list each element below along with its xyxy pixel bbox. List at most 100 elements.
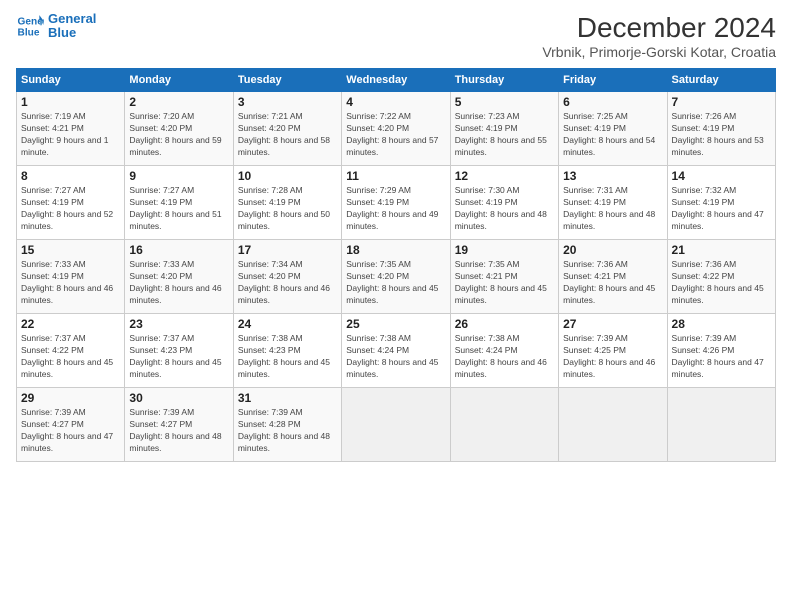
day-info: Sunrise: 7:37 AM Sunset: 4:23 PM Dayligh… xyxy=(129,333,228,381)
sunset-label: Sunset: 4:19 PM xyxy=(563,197,626,207)
day-cell xyxy=(342,388,450,462)
day-number: 26 xyxy=(455,317,554,331)
sunset-label: Sunset: 4:22 PM xyxy=(672,271,735,281)
sunrise-label: Sunrise: 7:35 AM xyxy=(455,259,520,269)
day-number: 17 xyxy=(238,243,337,257)
day-info: Sunrise: 7:25 AM Sunset: 4:19 PM Dayligh… xyxy=(563,111,662,159)
daylight-label: Daylight: 8 hours and 57 minutes. xyxy=(346,135,438,157)
daylight-label: Daylight: 8 hours and 46 minutes. xyxy=(21,283,113,305)
day-cell: 8 Sunrise: 7:27 AM Sunset: 4:19 PM Dayli… xyxy=(17,166,125,240)
daylight-label: Daylight: 8 hours and 49 minutes. xyxy=(346,209,438,231)
sunrise-label: Sunrise: 7:27 AM xyxy=(129,185,194,195)
daylight-label: Daylight: 8 hours and 45 minutes. xyxy=(455,283,547,305)
day-info: Sunrise: 7:33 AM Sunset: 4:20 PM Dayligh… xyxy=(129,259,228,307)
daylight-label: Daylight: 8 hours and 52 minutes. xyxy=(21,209,113,231)
week-row-1: 1 Sunrise: 7:19 AM Sunset: 4:21 PM Dayli… xyxy=(17,92,776,166)
logo: General Blue General Blue xyxy=(16,12,96,41)
sunrise-label: Sunrise: 7:38 AM xyxy=(238,333,303,343)
sunset-label: Sunset: 4:20 PM xyxy=(238,271,301,281)
day-cell: 21 Sunrise: 7:36 AM Sunset: 4:22 PM Dayl… xyxy=(667,240,775,314)
day-info: Sunrise: 7:39 AM Sunset: 4:27 PM Dayligh… xyxy=(129,407,228,455)
sunset-label: Sunset: 4:21 PM xyxy=(563,271,626,281)
day-number: 18 xyxy=(346,243,445,257)
day-number: 16 xyxy=(129,243,228,257)
day-number: 20 xyxy=(563,243,662,257)
sunset-label: Sunset: 4:20 PM xyxy=(238,123,301,133)
sunrise-label: Sunrise: 7:39 AM xyxy=(21,407,86,417)
sunrise-label: Sunrise: 7:27 AM xyxy=(21,185,86,195)
sunrise-label: Sunrise: 7:26 AM xyxy=(672,111,737,121)
day-cell: 11 Sunrise: 7:29 AM Sunset: 4:19 PM Dayl… xyxy=(342,166,450,240)
daylight-label: Daylight: 8 hours and 51 minutes. xyxy=(129,209,221,231)
day-info: Sunrise: 7:23 AM Sunset: 4:19 PM Dayligh… xyxy=(455,111,554,159)
week-row-3: 15 Sunrise: 7:33 AM Sunset: 4:19 PM Dayl… xyxy=(17,240,776,314)
daylight-label: Daylight: 8 hours and 45 minutes. xyxy=(21,357,113,379)
day-number: 14 xyxy=(672,169,771,183)
daylight-label: Daylight: 8 hours and 45 minutes. xyxy=(346,357,438,379)
daylight-label: Daylight: 8 hours and 45 minutes. xyxy=(346,283,438,305)
day-number: 4 xyxy=(346,95,445,109)
sunrise-label: Sunrise: 7:28 AM xyxy=(238,185,303,195)
day-info: Sunrise: 7:30 AM Sunset: 4:19 PM Dayligh… xyxy=(455,185,554,233)
day-cell: 15 Sunrise: 7:33 AM Sunset: 4:19 PM Dayl… xyxy=(17,240,125,314)
day-cell: 27 Sunrise: 7:39 AM Sunset: 4:25 PM Dayl… xyxy=(559,314,667,388)
day-number: 10 xyxy=(238,169,337,183)
sunrise-label: Sunrise: 7:38 AM xyxy=(455,333,520,343)
daylight-label: Daylight: 8 hours and 46 minutes. xyxy=(455,357,547,379)
week-row-5: 29 Sunrise: 7:39 AM Sunset: 4:27 PM Dayl… xyxy=(17,388,776,462)
day-info: Sunrise: 7:29 AM Sunset: 4:19 PM Dayligh… xyxy=(346,185,445,233)
day-info: Sunrise: 7:38 AM Sunset: 4:24 PM Dayligh… xyxy=(346,333,445,381)
day-cell: 17 Sunrise: 7:34 AM Sunset: 4:20 PM Dayl… xyxy=(233,240,341,314)
sunrise-label: Sunrise: 7:33 AM xyxy=(21,259,86,269)
day-info: Sunrise: 7:26 AM Sunset: 4:19 PM Dayligh… xyxy=(672,111,771,159)
day-cell: 3 Sunrise: 7:21 AM Sunset: 4:20 PM Dayli… xyxy=(233,92,341,166)
day-cell: 10 Sunrise: 7:28 AM Sunset: 4:19 PM Dayl… xyxy=(233,166,341,240)
sunset-label: Sunset: 4:19 PM xyxy=(455,197,518,207)
day-number: 11 xyxy=(346,169,445,183)
day-number: 13 xyxy=(563,169,662,183)
day-info: Sunrise: 7:35 AM Sunset: 4:21 PM Dayligh… xyxy=(455,259,554,307)
day-info: Sunrise: 7:34 AM Sunset: 4:20 PM Dayligh… xyxy=(238,259,337,307)
week-row-4: 22 Sunrise: 7:37 AM Sunset: 4:22 PM Dayl… xyxy=(17,314,776,388)
day-info: Sunrise: 7:31 AM Sunset: 4:19 PM Dayligh… xyxy=(563,185,662,233)
day-info: Sunrise: 7:38 AM Sunset: 4:24 PM Dayligh… xyxy=(455,333,554,381)
day-info: Sunrise: 7:19 AM Sunset: 4:21 PM Dayligh… xyxy=(21,111,120,159)
sunrise-label: Sunrise: 7:29 AM xyxy=(346,185,411,195)
sunrise-label: Sunrise: 7:38 AM xyxy=(346,333,411,343)
sunset-label: Sunset: 4:21 PM xyxy=(21,123,84,133)
day-number: 1 xyxy=(21,95,120,109)
day-cell: 26 Sunrise: 7:38 AM Sunset: 4:24 PM Dayl… xyxy=(450,314,558,388)
sunset-label: Sunset: 4:27 PM xyxy=(21,419,84,429)
header-cell-sunday: Sunday xyxy=(17,69,125,92)
sunrise-label: Sunrise: 7:35 AM xyxy=(346,259,411,269)
header-cell-friday: Friday xyxy=(559,69,667,92)
day-info: Sunrise: 7:37 AM Sunset: 4:22 PM Dayligh… xyxy=(21,333,120,381)
header-cell-tuesday: Tuesday xyxy=(233,69,341,92)
day-cell xyxy=(450,388,558,462)
day-number: 6 xyxy=(563,95,662,109)
header-cell-monday: Monday xyxy=(125,69,233,92)
day-info: Sunrise: 7:28 AM Sunset: 4:19 PM Dayligh… xyxy=(238,185,337,233)
sunset-label: Sunset: 4:19 PM xyxy=(21,271,84,281)
day-cell: 29 Sunrise: 7:39 AM Sunset: 4:27 PM Dayl… xyxy=(17,388,125,462)
sunset-label: Sunset: 4:25 PM xyxy=(563,345,626,355)
day-info: Sunrise: 7:33 AM Sunset: 4:19 PM Dayligh… xyxy=(21,259,120,307)
sunrise-label: Sunrise: 7:23 AM xyxy=(455,111,520,121)
sunset-label: Sunset: 4:24 PM xyxy=(346,345,409,355)
svg-text:Blue: Blue xyxy=(18,28,40,39)
day-number: 25 xyxy=(346,317,445,331)
sunrise-label: Sunrise: 7:33 AM xyxy=(129,259,194,269)
daylight-label: Daylight: 8 hours and 48 minutes. xyxy=(129,431,221,453)
sunrise-label: Sunrise: 7:39 AM xyxy=(129,407,194,417)
daylight-label: Daylight: 8 hours and 47 minutes. xyxy=(21,431,113,453)
day-info: Sunrise: 7:22 AM Sunset: 4:20 PM Dayligh… xyxy=(346,111,445,159)
sunrise-label: Sunrise: 7:39 AM xyxy=(672,333,737,343)
sunrise-label: Sunrise: 7:32 AM xyxy=(672,185,737,195)
sunrise-label: Sunrise: 7:19 AM xyxy=(21,111,86,121)
day-cell: 25 Sunrise: 7:38 AM Sunset: 4:24 PM Dayl… xyxy=(342,314,450,388)
sunrise-label: Sunrise: 7:39 AM xyxy=(563,333,628,343)
daylight-label: Daylight: 8 hours and 45 minutes. xyxy=(563,283,655,305)
day-number: 24 xyxy=(238,317,337,331)
sunset-label: Sunset: 4:28 PM xyxy=(238,419,301,429)
logo-text: General Blue xyxy=(48,12,96,41)
